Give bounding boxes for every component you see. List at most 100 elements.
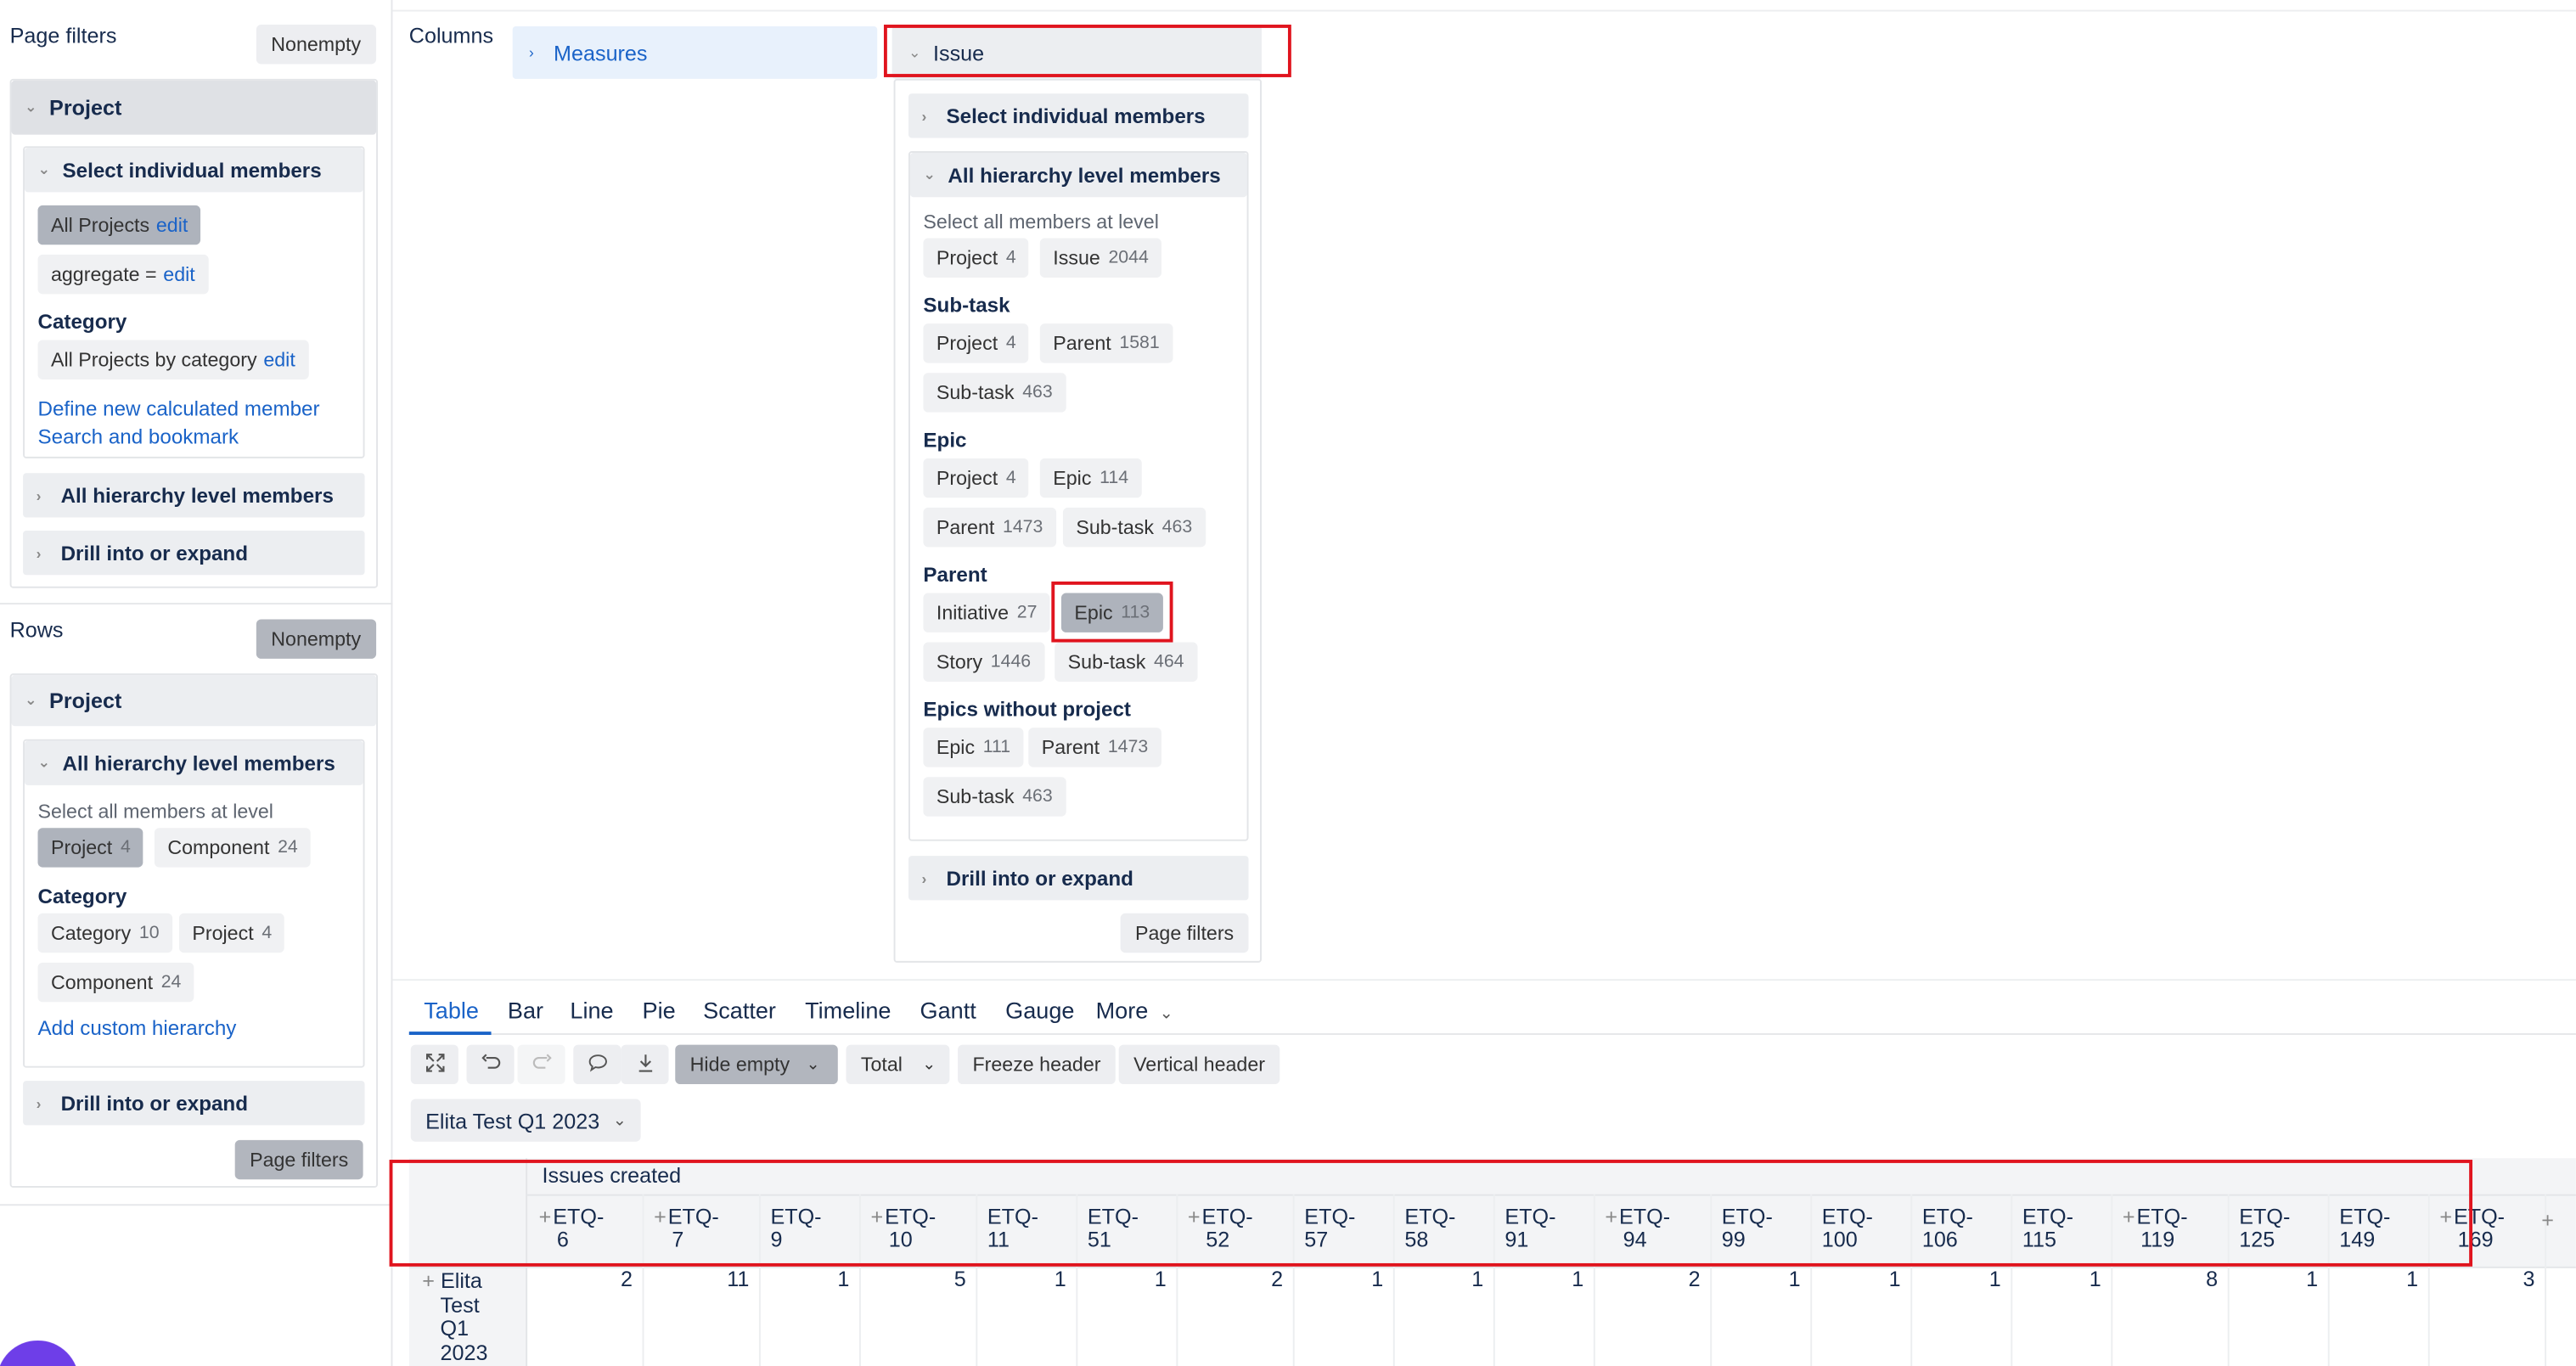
tab-scatter[interactable]: Scatter — [703, 997, 776, 1023]
page-filters-project-header[interactable]: ⌄ Project — [11, 80, 377, 135]
table-cell[interactable]: 1 — [2228, 1267, 2318, 1291]
column-header[interactable]: ETQ- 125 — [2239, 1205, 2290, 1251]
expand-plus-icon[interactable]: + — [2541, 1207, 2554, 1232]
expand-plus-icon[interactable]: + — [422, 1268, 435, 1293]
all-projects-by-category-chip[interactable]: All Projects by category edit — [37, 340, 309, 379]
page-filters-all-hierarchy-header[interactable]: › All hierarchy level members — [23, 473, 365, 518]
expand-plus-icon[interactable]: + — [1605, 1204, 1617, 1228]
expand-plus-icon[interactable]: + — [654, 1204, 666, 1228]
table-cell[interactable]: 2 — [1176, 1267, 1283, 1291]
undo-button[interactable] — [466, 1044, 515, 1085]
expand-plus-icon[interactable]: + — [539, 1204, 552, 1228]
define-calculated-member-link[interactable]: Define new calculated member — [38, 397, 320, 420]
expand-plus-icon[interactable]: + — [2439, 1204, 2452, 1228]
column-header[interactable]: + ETQ- 94 — [1605, 1204, 1670, 1251]
rows-all-hierarchy-header[interactable]: ⌄ All hierarchy level members — [25, 740, 363, 785]
table-cell[interactable]: 1 — [1293, 1267, 1383, 1291]
all-projects-edit-link[interactable]: edit — [156, 214, 188, 237]
column-header[interactable]: + ETQ- 119 — [2123, 1204, 2188, 1251]
epic-epic-chip[interactable]: Epic 114 — [1039, 458, 1142, 498]
subtask-parent-chip[interactable]: Parent 1581 — [1039, 323, 1173, 363]
aggregate-edit-link[interactable]: edit — [163, 263, 194, 286]
subtask-project-chip[interactable]: Project 4 — [923, 323, 1030, 363]
issue-select-individual-header[interactable]: › Select individual members — [908, 93, 1249, 138]
table-cell[interactable]: 1 — [2328, 1267, 2418, 1291]
table-cell[interactable]: 2 — [527, 1267, 633, 1291]
measures-dimension[interactable]: › Measures — [512, 25, 878, 79]
parent-initiative-chip[interactable]: Initiative 27 — [923, 593, 1050, 632]
tab-gantt[interactable]: Gantt — [920, 997, 976, 1023]
table-cell[interactable]: 1 — [1910, 1267, 2001, 1291]
parent-story-chip[interactable]: Story 1446 — [923, 642, 1044, 682]
rows-drill-header[interactable]: › Drill into or expand — [23, 1081, 365, 1126]
rows-component2-chip[interactable]: Component 24 — [37, 962, 194, 1003]
column-header[interactable]: + ETQ- 10 — [870, 1204, 936, 1251]
add-custom-hierarchy-link[interactable]: Add custom hierarchy — [38, 1017, 237, 1040]
table-cell[interactable]: 5 — [859, 1267, 966, 1291]
issue-dimension[interactable]: ⌄ Issue — [891, 25, 1263, 79]
level-issue-chip[interactable]: Issue 2044 — [1039, 238, 1162, 278]
all-projects-chip[interactable]: All Projects edit — [37, 205, 201, 245]
tab-more[interactable]: More ⌄ — [1096, 997, 1173, 1023]
column-header[interactable]: ETQ- 106 — [1922, 1205, 1973, 1251]
column-header[interactable]: ETQ- 115 — [2022, 1205, 2073, 1251]
column-header[interactable]: ETQ- 51 — [1088, 1205, 1139, 1251]
redo-button[interactable] — [517, 1044, 565, 1085]
table-cell[interactable]: 1 — [759, 1267, 849, 1291]
tab-timeline[interactable]: Timeline — [805, 997, 891, 1023]
hide-empty-dropdown[interactable]: Hide empty ⌄ — [675, 1044, 838, 1085]
freeze-header-button[interactable]: Freeze header — [958, 1044, 1116, 1085]
level-project-chip[interactable]: Project 4 — [923, 238, 1030, 278]
tab-bar[interactable]: Bar — [508, 997, 543, 1023]
by-category-edit-link[interactable]: edit — [263, 348, 295, 371]
rows-category-chip[interactable]: Category 10 — [37, 913, 173, 953]
expand-plus-icon[interactable]: + — [870, 1204, 883, 1228]
column-header[interactable]: ETQ- 149 — [2339, 1205, 2390, 1251]
expand-plus-icon[interactable]: + — [2123, 1204, 2135, 1228]
issue-page-filters-button[interactable]: Page filters — [1120, 913, 1249, 953]
epic-parent-chip[interactable]: Parent 1473 — [923, 507, 1056, 548]
ewp-epic-chip[interactable]: Epic 111 — [923, 728, 1024, 767]
page-filters-nonempty-button[interactable]: Nonempty — [256, 25, 376, 65]
table-cell[interactable]: 1 — [1076, 1267, 1167, 1291]
rows-component-chip[interactable]: Component 24 — [154, 828, 312, 868]
vertical-header-button[interactable]: Vertical header — [1118, 1044, 1280, 1085]
parent-subtask-chip[interactable]: Sub-task 464 — [1055, 642, 1197, 682]
export-button[interactable] — [621, 1044, 669, 1085]
expand-plus-icon[interactable]: + — [1188, 1204, 1201, 1228]
search-bookmark-link[interactable]: Search and bookmark — [38, 425, 239, 448]
table-cell[interactable]: 2 — [1594, 1267, 1701, 1291]
total-dropdown[interactable]: Total ⌄ — [846, 1044, 950, 1085]
column-header[interactable]: ETQ- 99 — [1722, 1205, 1773, 1251]
tab-gauge[interactable]: Gauge — [1005, 997, 1074, 1023]
rows-project-header[interactable]: ⌄ Project — [11, 675, 377, 727]
page-filter-selector[interactable]: Elita Test Q1 2023 ⌄ — [410, 1099, 642, 1142]
parent-epic-chip[interactable]: Epic 113 — [1060, 593, 1163, 632]
epic-project-chip[interactable]: Project 4 — [923, 458, 1030, 498]
select-individual-header[interactable]: ⌄ Select individual members — [25, 148, 363, 193]
column-header[interactable]: ETQ- 100 — [1822, 1205, 1873, 1251]
tab-table[interactable]: Table — [424, 997, 479, 1023]
column-header[interactable]: + ETQ- 52 — [1188, 1204, 1253, 1251]
table-cell[interactable]: 1 — [1493, 1267, 1583, 1291]
column-header[interactable]: ETQ- 58 — [1404, 1205, 1455, 1251]
subtask-subtask-chip[interactable]: Sub-task 463 — [923, 373, 1066, 413]
epic-subtask-chip[interactable]: Sub-task 463 — [1062, 507, 1206, 548]
column-header[interactable]: ETQ- 9 — [770, 1205, 821, 1251]
tab-pie[interactable]: Pie — [643, 997, 676, 1023]
table-cell[interactable]: 8 — [2111, 1267, 2218, 1291]
aggregate-chip[interactable]: aggregate = edit — [37, 254, 209, 295]
table-cell[interactable]: 1 — [2011, 1267, 2101, 1291]
row-header-cell[interactable]: + Elita Test Q1 2023 — [422, 1268, 487, 1365]
table-cell[interactable]: 11 — [643, 1267, 749, 1291]
column-header[interactable]: + ETQ- 169 — [2439, 1204, 2505, 1251]
table-cell[interactable]: 3 — [2428, 1267, 2535, 1291]
column-header[interactable]: ETQ- 57 — [1304, 1205, 1355, 1251]
rows-nonempty-button[interactable]: Nonempty — [256, 619, 376, 659]
table-cell[interactable]: 1 — [1710, 1267, 1801, 1291]
table-cell[interactable]: 1 — [1393, 1267, 1483, 1291]
issue-drill-header[interactable]: › Drill into or expand — [908, 856, 1249, 901]
column-header[interactable]: + ETQ- 7 — [654, 1204, 719, 1251]
table-cell[interactable]: 1 — [976, 1267, 1066, 1291]
table-cell[interactable]: 1 — [1810, 1267, 1901, 1291]
